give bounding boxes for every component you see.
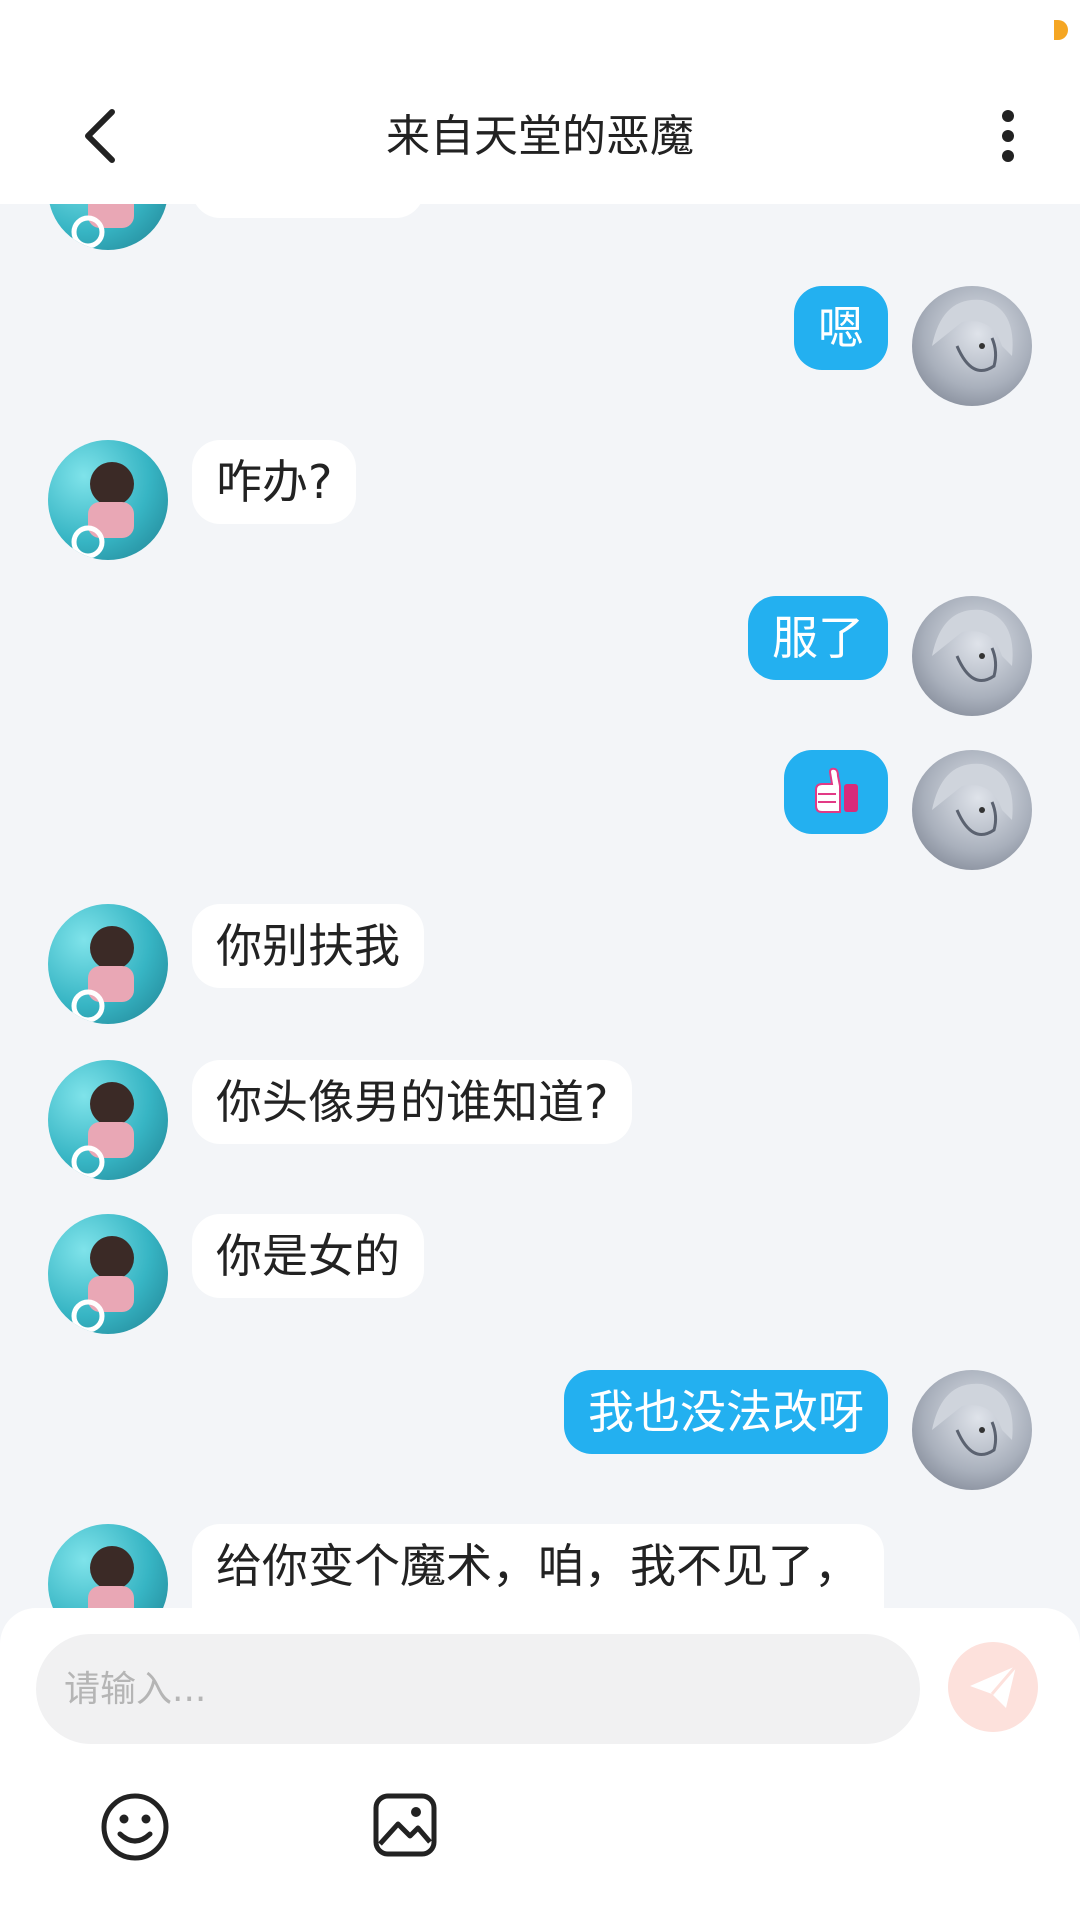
message-bubble-left[interactable]: 咋办? (192, 440, 357, 524)
message-bubble-right[interactable] (784, 750, 888, 834)
thumbs-up-emoji (815, 767, 858, 813)
contact-avatar[interactable] (48, 904, 168, 1024)
contact-avatar[interactable] (48, 1524, 168, 1608)
more-vertical-icon (1002, 110, 1014, 162)
message-bubble-left[interactable]: 给你变个魔术，咱，我不见了， (192, 1524, 884, 1608)
message-bubble-right[interactable]: 服了 (748, 596, 888, 680)
emoji-button[interactable] (100, 1792, 170, 1862)
message-bubble-left[interactable] (192, 204, 424, 218)
input-panel (0, 1608, 1080, 1920)
user-avatar[interactable] (912, 596, 1032, 716)
chat-header: 来自天堂的恶魔 (0, 70, 1080, 204)
status-indicator-icon (1054, 20, 1068, 40)
message-input[interactable] (36, 1634, 920, 1744)
contact-avatar[interactable] (48, 1214, 168, 1334)
message-bubble-left[interactable]: 你是女的 (192, 1214, 424, 1298)
message-list[interactable]: 嗯 咋办? 服了 你别扶我 你头像男的谁知道? 你是女的 我也没法改呀 给你变个… (0, 204, 1080, 1608)
paper-plane-icon (970, 1665, 1018, 1708)
status-bar (0, 0, 1080, 70)
chevron-left-icon (85, 109, 115, 163)
smile-icon (101, 1793, 169, 1861)
more-options-button[interactable] (976, 100, 1040, 172)
message-bubble-right[interactable]: 我也没法改呀 (564, 1370, 888, 1454)
back-button[interactable] (64, 100, 136, 172)
contact-avatar[interactable] (48, 204, 168, 250)
message-bubble-left[interactable]: 你别扶我 (192, 904, 424, 988)
message-bubble-left[interactable]: 你头像男的谁知道? (192, 1060, 633, 1144)
contact-avatar[interactable] (48, 1060, 168, 1180)
send-button[interactable] (948, 1642, 1038, 1732)
image-icon (373, 1793, 437, 1857)
chat-title: 来自天堂的恶魔 (386, 111, 694, 162)
message-bubble-right[interactable]: 嗯 (794, 286, 888, 370)
user-avatar[interactable] (912, 286, 1032, 406)
contact-avatar[interactable] (48, 440, 168, 560)
image-button[interactable] (372, 1792, 438, 1858)
user-avatar[interactable] (912, 1370, 1032, 1490)
user-avatar[interactable] (912, 750, 1032, 870)
